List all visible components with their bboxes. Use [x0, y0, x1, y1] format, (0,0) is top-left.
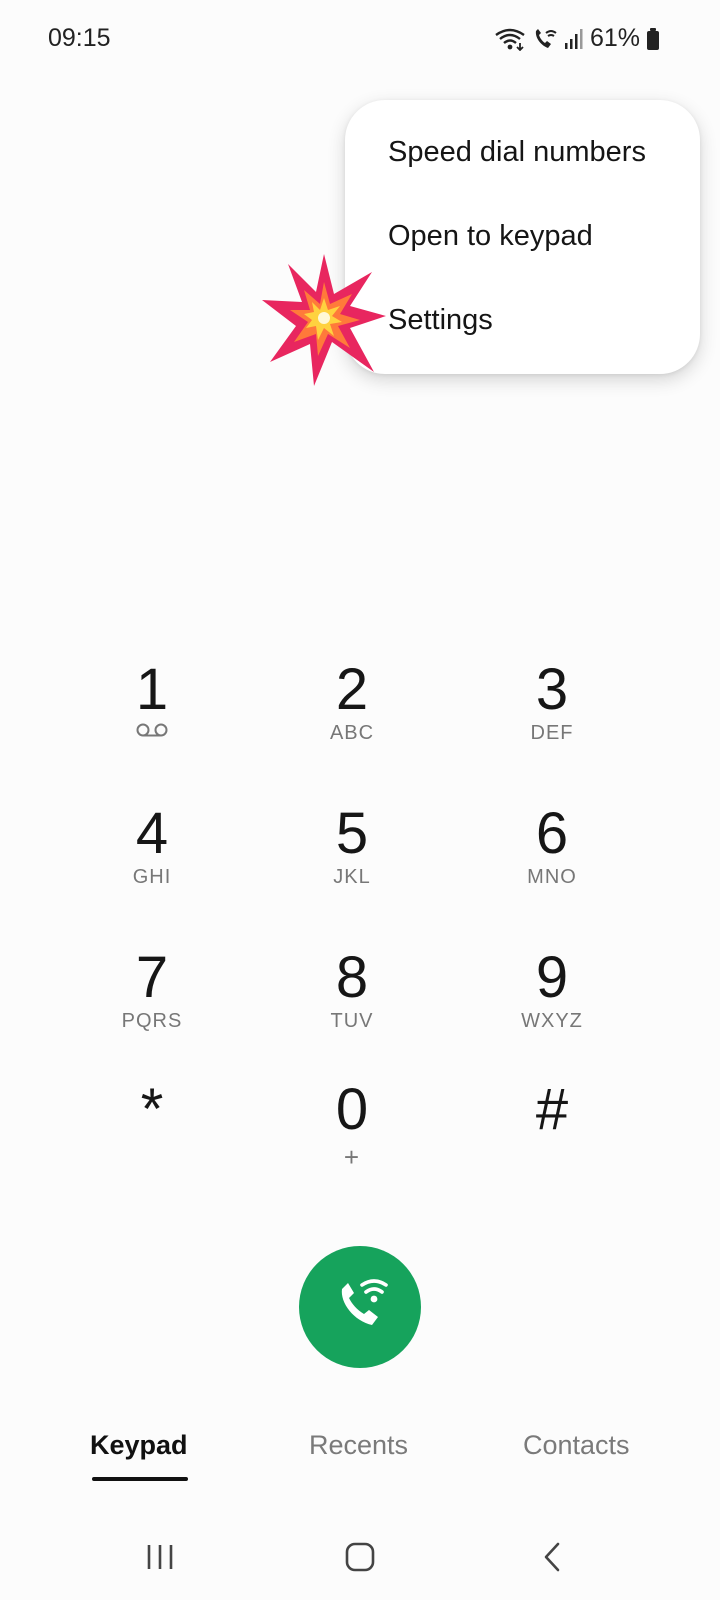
menu-item-settings[interactable]: Settings — [388, 304, 493, 337]
key-letters: PQRS — [121, 1010, 183, 1032]
key-digit: 5 — [335, 801, 369, 866]
home-nav-icon[interactable] — [330, 1532, 390, 1582]
key-4[interactable]: 4 GHI — [52, 804, 252, 924]
bottom-tabs: Keypad Recents Contacts — [0, 1430, 720, 1500]
key-letters: ABC — [329, 722, 375, 744]
key-letters: MNO — [527, 866, 577, 888]
call-button[interactable] — [299, 1246, 421, 1368]
status-bar: 09:15 61% — [0, 0, 720, 80]
key-letters: TUV — [330, 1010, 374, 1032]
key-3[interactable]: 3 DEF — [452, 660, 652, 780]
key-digit: 0 — [335, 1077, 369, 1142]
key-digit: # — [535, 1077, 569, 1142]
key-digit: 2 — [335, 657, 369, 722]
wifi-call-icon — [328, 1273, 392, 1342]
key-letters: GHI — [132, 866, 172, 888]
key-2[interactable]: 2 ABC — [252, 660, 452, 780]
key-9[interactable]: 9 WXYZ — [452, 948, 652, 1068]
status-icons: 61% — [494, 24, 660, 53]
wifi-calling-icon — [532, 27, 558, 51]
key-letters: + — [343, 1142, 361, 1172]
menu-item-speed-dial[interactable]: Speed dial numbers — [388, 136, 646, 169]
key-digit: 3 — [535, 657, 569, 722]
key-digit: * — [140, 1077, 164, 1142]
key-digit: 8 — [335, 945, 369, 1010]
tab-keypad[interactable]: Keypad — [90, 1430, 188, 1461]
battery-percent: 61% — [589, 24, 640, 52]
key-7[interactable]: 7 PQRS — [52, 948, 252, 1068]
key-letters: WXYZ — [521, 1010, 583, 1032]
tab-recents[interactable]: Recents — [309, 1430, 408, 1461]
key-digit: 4 — [135, 801, 169, 866]
clock: 09:15 — [48, 24, 111, 52]
key-digit: 6 — [535, 801, 569, 866]
key-1[interactable]: 1 — [52, 660, 252, 780]
key-8[interactable]: 8 TUV — [252, 948, 452, 1068]
key-digit: 7 — [135, 945, 169, 1010]
key-6[interactable]: 6 MNO — [452, 804, 652, 924]
key-star[interactable]: * — [52, 1080, 252, 1200]
key-digit: 1 — [135, 657, 169, 722]
tap-indicator-burst-icon — [262, 254, 386, 386]
back-nav-icon[interactable] — [522, 1532, 582, 1582]
key-letters: DEF — [530, 722, 574, 744]
signal-icon — [564, 28, 584, 50]
tab-contacts[interactable]: Contacts — [523, 1430, 630, 1461]
wifi-icon — [494, 27, 526, 51]
voicemail-icon — [52, 722, 252, 743]
key-5[interactable]: 5 JKL — [252, 804, 452, 924]
system-nav-bar — [0, 1510, 720, 1600]
key-0[interactable]: 0 + — [252, 1080, 452, 1200]
battery-icon — [646, 27, 660, 51]
key-hash[interactable]: # — [452, 1080, 652, 1200]
menu-item-open-to-keypad[interactable]: Open to keypad — [388, 220, 593, 253]
recents-nav-icon[interactable] — [130, 1532, 190, 1582]
key-digit: 9 — [535, 945, 569, 1010]
overflow-menu: Speed dial numbers Open to keypad Settin… — [345, 100, 700, 374]
active-tab-indicator — [92, 1477, 188, 1481]
key-letters: JKL — [333, 866, 371, 888]
